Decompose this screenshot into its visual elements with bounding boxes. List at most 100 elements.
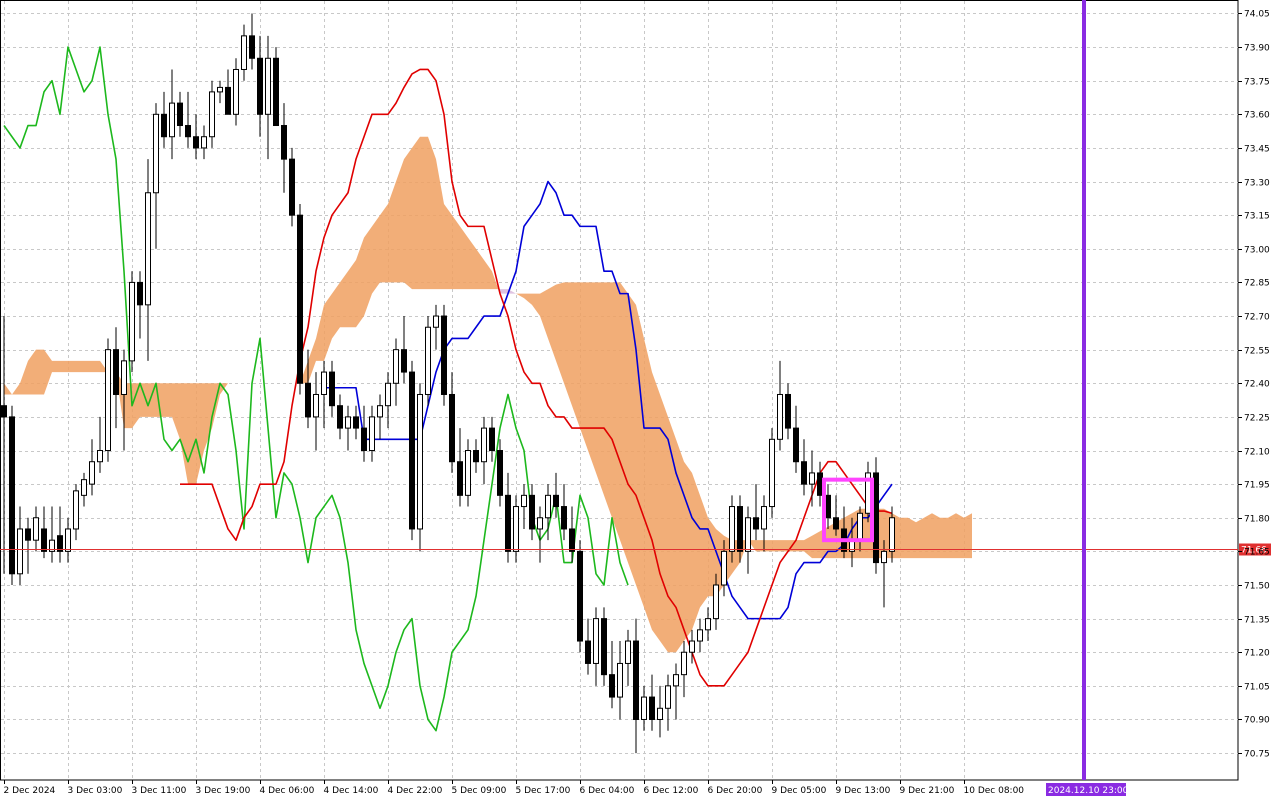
candle[interactable] — [97, 416, 103, 473]
candle[interactable] — [65, 517, 71, 563]
candle[interactable] — [169, 69, 175, 160]
candle[interactable] — [377, 394, 383, 440]
candle[interactable] — [625, 629, 631, 686]
candle[interactable] — [89, 439, 95, 496]
candle[interactable] — [297, 203, 303, 395]
candle[interactable] — [33, 506, 39, 552]
candle[interactable] — [25, 517, 31, 574]
candle[interactable] — [353, 405, 359, 440]
candle[interactable] — [321, 360, 327, 429]
ichimoku-chart[interactable]: 71.66 2024.12.10 23:00 74.05 73.90 73.75 73.… — [0, 0, 1280, 800]
candle[interactable] — [753, 484, 759, 541]
candle[interactable] — [217, 80, 223, 104]
candle[interactable] — [449, 372, 455, 473]
candle[interactable] — [137, 271, 143, 339]
x-tick-label: 10 Dec 08:00 — [964, 786, 1025, 796]
candle[interactable] — [817, 461, 823, 507]
candle[interactable] — [841, 506, 847, 559]
candle[interactable] — [265, 35, 271, 160]
candle[interactable] — [177, 91, 183, 137]
candle[interactable] — [361, 405, 367, 462]
candle[interactable] — [769, 428, 775, 518]
candle[interactable] — [865, 461, 871, 523]
candle[interactable] — [417, 383, 423, 552]
candle[interactable] — [257, 35, 263, 137]
candle[interactable] — [697, 618, 703, 653]
candle[interactable] — [409, 360, 415, 541]
y-tick-label: 71.05 — [1244, 683, 1270, 693]
candle[interactable] — [561, 484, 567, 541]
candle[interactable] — [489, 416, 495, 462]
candle[interactable] — [105, 338, 111, 462]
candle[interactable] — [369, 405, 375, 462]
candle[interactable] — [209, 80, 215, 148]
candle[interactable] — [233, 58, 239, 126]
candle[interactable] — [513, 495, 519, 563]
candle[interactable] — [401, 316, 407, 384]
candle-body-bullish — [433, 315, 439, 328]
candle[interactable] — [801, 439, 807, 496]
candle[interactable] — [129, 271, 135, 373]
candle[interactable] — [241, 24, 247, 81]
candle[interactable] — [329, 360, 335, 417]
candle[interactable] — [465, 439, 471, 507]
candle[interactable] — [393, 338, 399, 406]
candle[interactable] — [457, 428, 463, 507]
candle[interactable] — [193, 114, 199, 160]
candle[interactable] — [161, 91, 167, 148]
candle[interactable] — [873, 457, 879, 574]
candle[interactable] — [673, 663, 679, 720]
candle[interactable] — [481, 416, 487, 485]
candle[interactable] — [81, 472, 87, 507]
candle[interactable] — [273, 47, 279, 127]
candle[interactable] — [641, 685, 647, 731]
candle[interactable] — [249, 13, 255, 70]
candle[interactable] — [649, 674, 655, 731]
candle[interactable] — [57, 506, 63, 563]
candle-body-bullish — [121, 360, 127, 395]
candle[interactable] — [185, 91, 191, 148]
candle[interactable] — [225, 69, 231, 115]
candle[interactable] — [665, 674, 671, 731]
candle[interactable] — [529, 484, 535, 541]
candle-body-bearish — [273, 57, 279, 127]
candle[interactable] — [633, 618, 639, 754]
candle[interactable] — [9, 405, 15, 585]
x-tick-label: 9 Dec 05:00 — [772, 786, 827, 796]
candle[interactable] — [41, 506, 47, 559]
candle[interactable] — [745, 506, 751, 574]
candle[interactable] — [593, 607, 599, 686]
candle[interactable] — [385, 372, 391, 429]
candle[interactable] — [49, 506, 55, 563]
candle[interactable] — [705, 607, 711, 642]
candle[interactable] — [113, 327, 119, 429]
candle[interactable] — [601, 607, 607, 686]
candle[interactable] — [433, 304, 439, 350]
candle[interactable] — [425, 316, 431, 406]
candle[interactable] — [585, 618, 591, 675]
candle[interactable] — [657, 685, 663, 738]
candle[interactable] — [337, 394, 343, 440]
candle[interactable] — [145, 159, 151, 361]
candle[interactable] — [441, 304, 447, 406]
candle[interactable] — [73, 484, 79, 541]
candle[interactable] — [345, 405, 351, 451]
chart-canvas[interactable]: 71.662024.12.10 23:00 74.0573.9073.7573.… — [0, 0, 1280, 800]
candle[interactable] — [793, 405, 799, 473]
candle[interactable] — [577, 540, 583, 653]
candle[interactable] — [681, 641, 687, 698]
candle[interactable] — [785, 383, 791, 440]
candle[interactable] — [201, 125, 207, 160]
candle[interactable] — [777, 360, 783, 451]
candle[interactable] — [281, 103, 287, 193]
candle-body-bullish — [881, 550, 887, 564]
candle[interactable] — [825, 484, 831, 529]
candle[interactable] — [473, 439, 479, 473]
candle[interactable] — [153, 103, 159, 249]
x-tick-label: 5 Dec 09:00 — [452, 786, 507, 796]
candle[interactable] — [497, 439, 503, 507]
candle[interactable] — [609, 641, 615, 709]
candle[interactable] — [521, 484, 527, 529]
candle[interactable] — [1, 316, 7, 574]
candle[interactable] — [289, 147, 295, 227]
